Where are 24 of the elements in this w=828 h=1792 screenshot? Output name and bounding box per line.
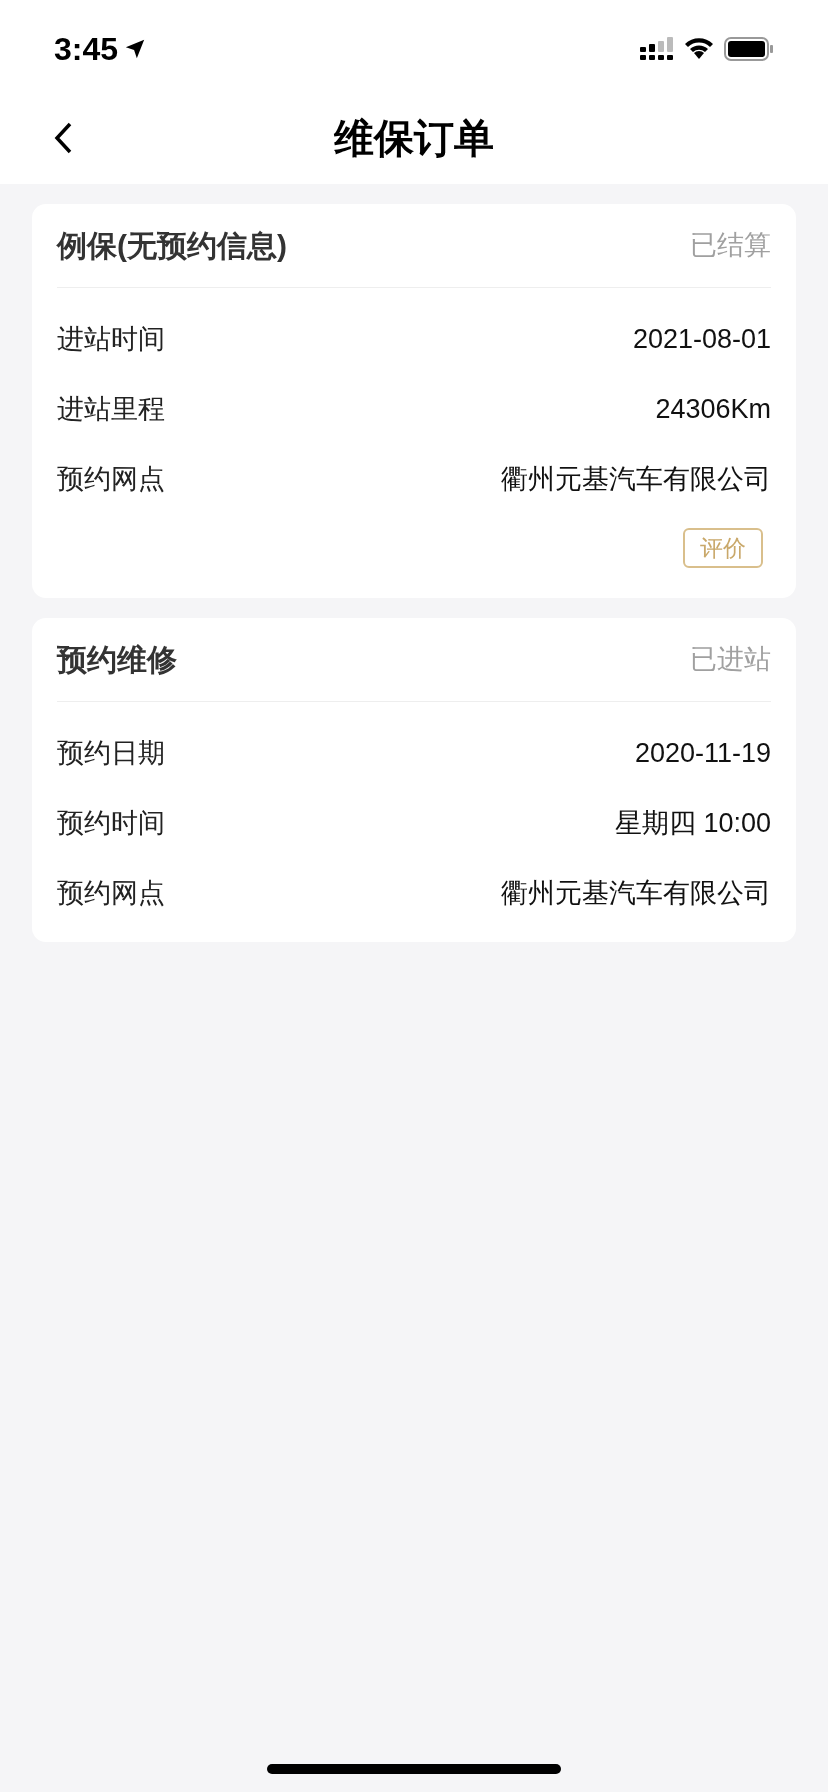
back-icon [54, 122, 72, 154]
field-value: 衢州元基汽车有限公司 [501, 876, 771, 910]
page-title: 维保订单 [334, 115, 494, 162]
field-label: 预约日期 [57, 736, 165, 770]
field-label: 预约时间 [57, 806, 165, 840]
field-label: 预约网点 [57, 462, 165, 496]
field-value: 2021-08-01 [632, 322, 771, 356]
order-status: 已进站 [690, 643, 771, 677]
wifi-icon [684, 38, 714, 60]
signal-icon [640, 37, 674, 61]
location-arrow-icon [124, 38, 147, 60]
field-value: 衢州元基汽车有限公司 [501, 462, 771, 496]
battery-icon [724, 37, 774, 61]
field-value: 2020-11-19 [634, 736, 771, 770]
field-label: 进站时间 [57, 322, 165, 356]
field-value: 星期四 10:00 [614, 806, 771, 840]
field-label: 进站里程 [57, 392, 165, 426]
order-title: 预约维修 [57, 642, 177, 678]
order-title: 例保(无预约信息) [57, 228, 287, 264]
field-value: 24306Km [655, 392, 771, 426]
status-time: 3:45 [54, 30, 119, 69]
rate-button[interactable]: 评价 [683, 528, 763, 568]
field-label: 预约网点 [57, 876, 165, 910]
order-status: 已结算 [690, 229, 771, 263]
